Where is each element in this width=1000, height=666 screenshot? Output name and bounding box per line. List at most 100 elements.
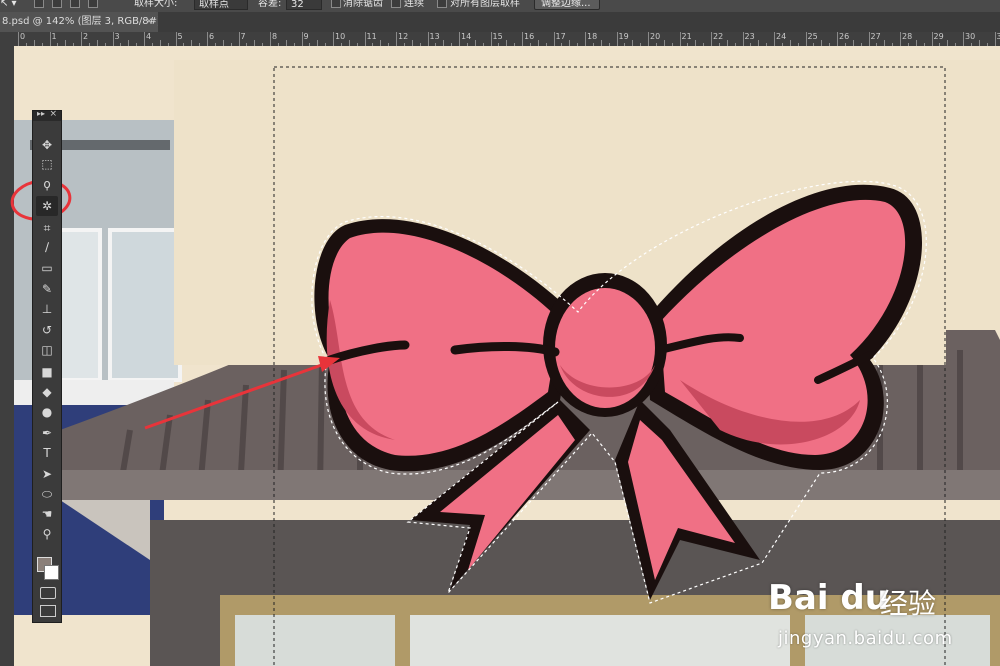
- ruler-label: 18: [587, 32, 598, 41]
- ruler-label: 13: [429, 32, 440, 41]
- ruler-tick: [585, 32, 586, 46]
- ruler-label: 10: [335, 32, 346, 41]
- sample-size-label: 取样大小:: [134, 0, 178, 9]
- ruler-tick: [868, 32, 870, 46]
- tolerance-label: 容差:: [258, 0, 282, 9]
- move-tool-icon[interactable]: ✥: [36, 135, 58, 155]
- screen-mode-icon[interactable]: [40, 605, 56, 617]
- crop-tool-icon[interactable]: ⌗: [36, 218, 58, 238]
- background-color-swatch[interactable]: [44, 565, 59, 580]
- path-selection-tool-icon[interactable]: ➤: [36, 464, 58, 484]
- ellipse-tool-icon[interactable]: ⬭: [36, 484, 58, 504]
- brush-tool-icon[interactable]: ✎: [36, 279, 58, 299]
- ruler-tick: [553, 32, 555, 46]
- add-to-selection-mode-icon[interactable]: [52, 0, 62, 8]
- ruler-label: 31: [997, 32, 1000, 41]
- blur-tool-icon[interactable]: ◆: [36, 382, 58, 402]
- ruler-tick: [333, 32, 334, 46]
- zoom-tool-icon[interactable]: ⚲: [36, 524, 58, 544]
- baidu-logo: Bai du: [768, 578, 889, 618]
- ruler-label: 24: [776, 32, 787, 41]
- ruler-tick: [459, 32, 460, 46]
- horizontal-ruler[interactable]: 0 1 2 3 4 5 6 7 8 9 10 11 12 13 14 15 16 17 18 19 20 21 22 23 24…: [0, 32, 1000, 47]
- hand-tool-icon[interactable]: ☚: [36, 504, 58, 524]
- ruler-tick: [175, 32, 177, 46]
- ruler-tick: [144, 32, 145, 46]
- ruler-tick: [238, 32, 240, 46]
- ruler-tick: [648, 32, 649, 46]
- ruler-label: 15: [492, 32, 503, 41]
- close-icon[interactable]: ×: [49, 109, 57, 119]
- ruler-tick: [427, 32, 429, 46]
- ruler-label: 5: [177, 32, 183, 41]
- refine-edge-button[interactable]: 调整边缘...: [534, 0, 600, 10]
- ruler-label: 3: [114, 32, 120, 41]
- document-tab-title: 8.psd @ 142% (图层 3, RGB/8#) *: [2, 16, 158, 27]
- ruler-tick: [112, 32, 114, 46]
- ruler-tick: [931, 32, 933, 46]
- intersect-selection-mode-icon[interactable]: [88, 0, 98, 8]
- ruler-tick: [711, 32, 712, 46]
- eyedropper-tool-icon[interactable]: ∕: [36, 237, 58, 257]
- ruler-label: 22: [713, 32, 724, 41]
- quick-mask-icon[interactable]: [40, 587, 56, 599]
- ruler-tick: [49, 32, 51, 46]
- clone-stamp-tool-icon[interactable]: ⊥: [36, 299, 58, 319]
- ruler-label: 4: [146, 32, 152, 41]
- ruler-label: 29: [933, 32, 944, 41]
- contiguous-checkbox[interactable]: [391, 0, 401, 8]
- contiguous-label: 连续: [404, 0, 424, 9]
- ruler-label: 2: [83, 32, 89, 41]
- sample-all-layers-checkbox[interactable]: [437, 0, 447, 8]
- ruler-label: 12: [398, 32, 409, 41]
- document-canvas[interactable]: [14, 46, 1000, 666]
- ruler-tick: [364, 32, 366, 46]
- gradient-tool-icon[interactable]: ■: [36, 362, 58, 382]
- pen-tool-icon[interactable]: ✒: [36, 423, 58, 443]
- document-tab[interactable]: 8.psd @ 142% (图层 3, RGB/8#) *: [0, 12, 158, 32]
- antialias-label: 消除锯齿: [343, 0, 383, 9]
- ruler-label: 9: [303, 32, 309, 41]
- ruler-tick: [270, 32, 271, 46]
- ruler-tick: [900, 32, 901, 46]
- type-tool-icon[interactable]: T: [36, 443, 58, 463]
- ruler-label: 11: [366, 32, 377, 41]
- healing-brush-tool-icon[interactable]: ▭: [36, 258, 58, 278]
- close-icon[interactable]: ×: [145, 17, 153, 27]
- ruler-label: 7: [240, 32, 246, 41]
- ruler-tick: [774, 32, 775, 46]
- ruler-label: 28: [902, 32, 913, 41]
- magic-wand-tool-icon[interactable]: ✲: [36, 196, 58, 216]
- collapse-icon[interactable]: ▸▸: [37, 109, 45, 118]
- ruler-label: 6: [209, 32, 215, 41]
- ruler-label: 26: [839, 32, 850, 41]
- history-brush-tool-icon[interactable]: ↺: [36, 320, 58, 340]
- tools-panel-header[interactable]: ▸▸ ×: [33, 109, 61, 121]
- baidu-jingyan-label: 经验: [880, 587, 937, 620]
- ruler-tick: [616, 32, 618, 46]
- antialias-checkbox[interactable]: [331, 0, 341, 8]
- tools-panel: ▸▸ × ✥ ⬚ ϙ ✲ ⌗ ∕ ▭ ✎ ⊥ ↺ ◫ ■ ◆ ● ✒ T ➤ ⬭ ☚ ⚲: [32, 109, 62, 623]
- ruler-label: 25: [807, 32, 818, 41]
- ruler-label: 14: [461, 32, 472, 41]
- tolerance-input[interactable]: 32: [286, 0, 322, 10]
- ruler-label: 16: [524, 32, 535, 41]
- new-selection-mode-icon[interactable]: [34, 0, 44, 8]
- ruler-tick: [679, 32, 681, 46]
- lasso-tool-icon[interactable]: ϙ: [36, 174, 58, 194]
- vertical-ruler[interactable]: [0, 46, 14, 666]
- ruler-tick: [396, 32, 397, 46]
- ruler-label: 19: [618, 32, 629, 41]
- ruler-tick: [301, 32, 303, 46]
- dodge-tool-icon[interactable]: ●: [36, 402, 58, 422]
- tool-preset-picker-icon[interactable]: ↖ ▾: [0, 0, 17, 11]
- sample-size-select[interactable]: 取样点: [194, 0, 248, 10]
- ruler-label: 27: [870, 32, 881, 41]
- ruler-label: 8: [272, 32, 278, 41]
- ruler-tick: [490, 32, 492, 46]
- marquee-tool-icon[interactable]: ⬚: [36, 154, 58, 174]
- sample-all-layers-label: 对所有图层取样: [450, 0, 520, 9]
- ruler-tick: [994, 32, 996, 46]
- eraser-tool-icon[interactable]: ◫: [36, 340, 58, 360]
- subtract-from-selection-mode-icon[interactable]: [70, 0, 80, 8]
